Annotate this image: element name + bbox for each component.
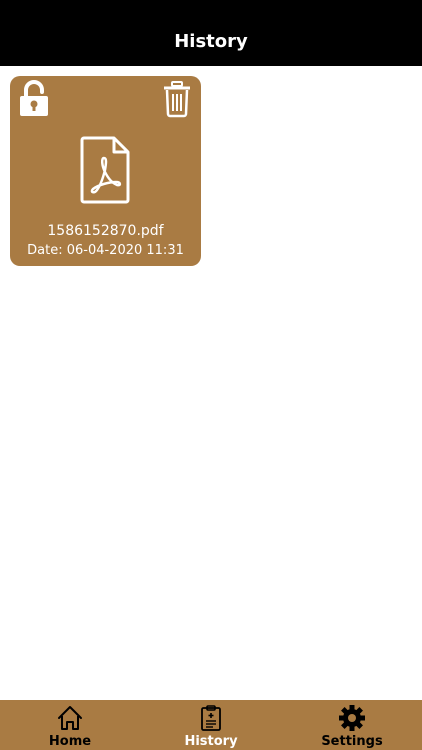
- page-title: History: [174, 31, 248, 52]
- history-file-card[interactable]: 1586152870.pdf Date: 06-04-2020 11:31: [10, 76, 201, 266]
- history-list: 1586152870.pdf Date: 06-04-2020 11:31: [0, 66, 422, 700]
- trash-icon-graphic: [164, 81, 190, 118]
- bottom-tab-bar: Home History Settings: [0, 700, 422, 750]
- tab-settings-label: Settings: [321, 734, 383, 749]
- file-date: Date: 06-04-2020 11:31: [27, 243, 184, 258]
- tab-home[interactable]: Home: [0, 700, 140, 750]
- lock-icon-graphic: [20, 80, 48, 116]
- gear-icon: [339, 705, 365, 731]
- home-icon: [58, 706, 82, 730]
- file-name: 1586152870.pdf: [47, 223, 164, 239]
- tab-history-label: History: [184, 734, 238, 749]
- lock-icon[interactable]: [18, 80, 50, 118]
- top-nav-bar: History: [0, 0, 422, 66]
- pdf-file-icon: [80, 136, 130, 204]
- tab-settings[interactable]: Settings: [282, 700, 422, 750]
- trash-icon[interactable]: [162, 80, 192, 118]
- tab-home-label: Home: [48, 734, 92, 749]
- history-clipboard-icon: [201, 705, 221, 731]
- tab-history[interactable]: History: [141, 700, 281, 750]
